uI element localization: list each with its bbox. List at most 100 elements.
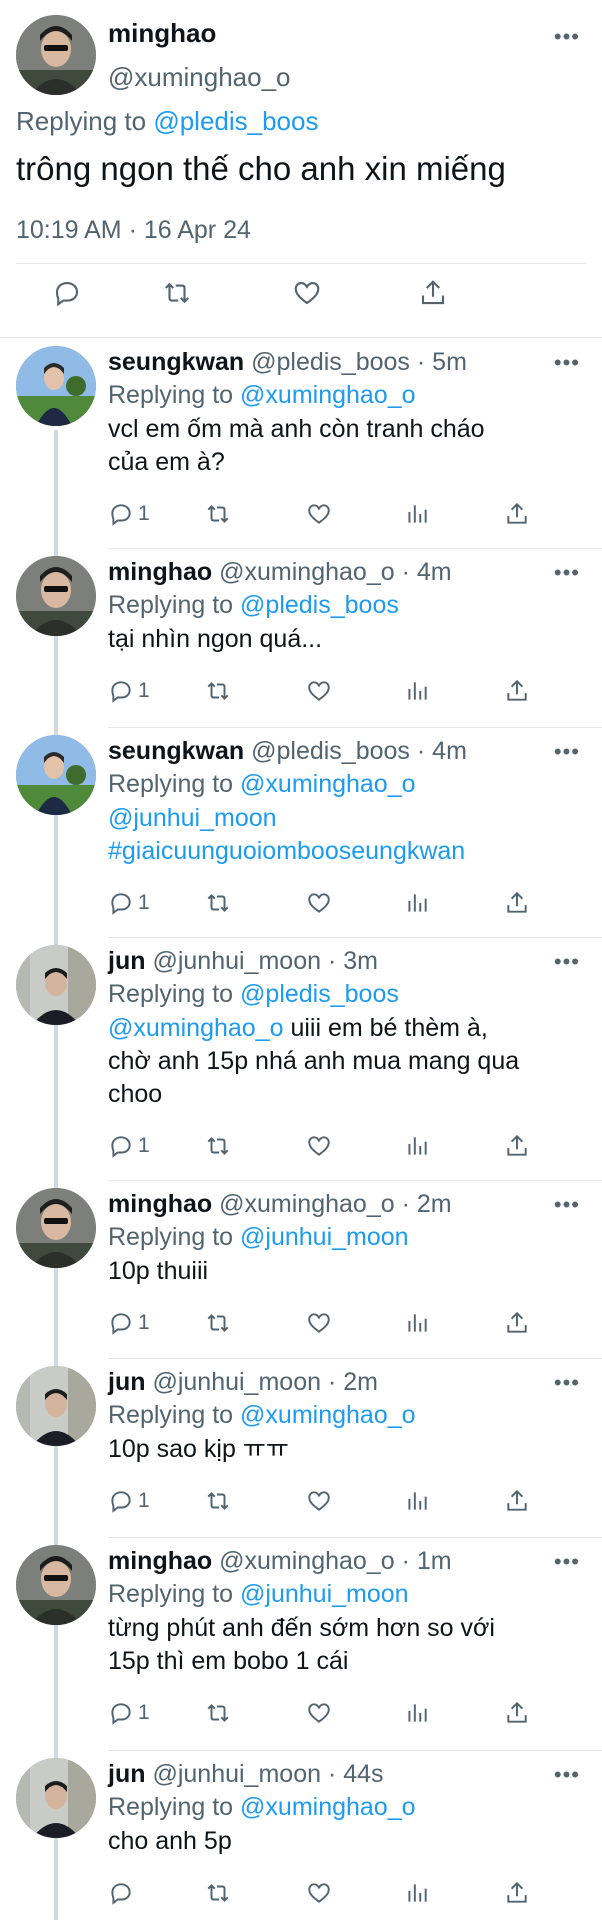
retweet-icon[interactable] [205, 1308, 231, 1338]
replying-to-link[interactable]: @xuminghao_o [240, 1401, 416, 1429]
replying-to-link[interactable]: @xuminghao_o [240, 1793, 416, 1821]
retweet-icon[interactable] [205, 499, 231, 529]
share-icon[interactable] [504, 1131, 530, 1161]
retweet-icon[interactable] [205, 1878, 231, 1908]
author-name[interactable]: jun [108, 1760, 146, 1788]
like-icon[interactable] [306, 676, 332, 706]
reply-icon[interactable] [52, 278, 92, 318]
avatar[interactable] [16, 1545, 96, 1625]
avatar[interactable] [16, 556, 96, 636]
like-icon[interactable] [306, 888, 332, 918]
reply-time[interactable]: · 4m [417, 737, 467, 765]
replying-to-link[interactable]: @junhui_moon [240, 1223, 409, 1251]
replying-to-link[interactable]: @pledis_boos [153, 106, 318, 136]
avatar[interactable] [16, 1366, 96, 1446]
avatar[interactable] [16, 15, 96, 95]
text-line[interactable]: @junhui_moon [108, 802, 578, 835]
stats-icon[interactable] [404, 1878, 430, 1908]
author-name[interactable]: seungkwan [108, 737, 244, 765]
reply-time[interactable]: · 2m [402, 1190, 452, 1218]
reply-tweet[interactable]: seungkwan @pledis_boos · 5m ••• Replying t… [0, 338, 602, 548]
more-options-icon[interactable]: ••• [554, 949, 580, 975]
like-icon[interactable] [306, 1308, 332, 1338]
share-icon[interactable] [418, 278, 458, 318]
reply-tweet[interactable]: seungkwan @pledis_boos · 4m ••• Replying t… [0, 727, 602, 937]
like-icon[interactable] [306, 1486, 332, 1516]
more-options-icon[interactable]: ••• [554, 560, 580, 586]
like-icon[interactable] [292, 278, 332, 318]
more-options-icon[interactable]: ••• [554, 1370, 580, 1396]
more-options-icon[interactable]: ••• [554, 739, 580, 765]
avatar[interactable] [16, 945, 96, 1025]
author-handle[interactable]: @junhui_moon [152, 1368, 321, 1396]
stats-icon[interactable] [404, 888, 430, 918]
stats-icon[interactable] [404, 1308, 430, 1338]
author-name[interactable]: minghao [108, 558, 212, 586]
reply-time[interactable]: · 4m [402, 558, 452, 586]
author-name[interactable]: seungkwan [108, 348, 244, 376]
more-options-icon[interactable]: ••• [554, 24, 580, 50]
avatar[interactable] [16, 346, 96, 426]
reply-icon[interactable]: 1 [108, 499, 150, 529]
more-options-icon[interactable]: ••• [554, 1192, 580, 1218]
text-line[interactable]: #giaicuunguoiombooseungkwan [108, 835, 578, 868]
author-handle[interactable]: @xuminghao_o [219, 1190, 395, 1218]
share-icon[interactable] [504, 1878, 530, 1908]
author-name[interactable]: jun [108, 1368, 146, 1396]
stats-icon[interactable] [404, 499, 430, 529]
reply-time[interactable]: · 44s [328, 1760, 384, 1788]
like-icon[interactable] [306, 1878, 332, 1908]
reply-icon[interactable]: 1 [108, 888, 150, 918]
reply-icon[interactable]: 1 [108, 676, 150, 706]
reply-tweet[interactable]: minghao @xuminghao_o · 4m ••• Replying to … [0, 548, 602, 727]
stats-icon[interactable] [404, 1698, 430, 1728]
reply-tweet[interactable]: jun @junhui_moon · 3m ••• Replying to @ple… [0, 937, 602, 1180]
author-handle[interactable]: @xuminghao_o [219, 1547, 395, 1575]
author-handle[interactable]: @junhui_moon [152, 1760, 321, 1788]
author-name[interactable]: minghao [108, 18, 216, 49]
author-handle[interactable]: @pledis_boos [251, 737, 410, 765]
reply-time[interactable]: · 1m [402, 1547, 452, 1575]
reply-tweet[interactable]: minghao @xuminghao_o · 1m ••• Replying to … [0, 1537, 602, 1750]
share-icon[interactable] [504, 499, 530, 529]
reply-tweet[interactable]: jun @junhui_moon · 44s ••• Replying to @xu… [0, 1750, 602, 1920]
reply-time[interactable]: · 5m [417, 348, 467, 376]
reply-icon[interactable] [108, 1878, 134, 1908]
more-options-icon[interactable]: ••• [554, 1762, 580, 1788]
reply-icon[interactable]: 1 [108, 1486, 150, 1516]
author-name[interactable]: minghao [108, 1190, 212, 1218]
avatar[interactable] [16, 1188, 96, 1268]
retweet-icon[interactable] [205, 888, 231, 918]
author-name[interactable]: jun [108, 947, 146, 975]
share-icon[interactable] [504, 888, 530, 918]
author-handle[interactable]: @pledis_boos [251, 348, 410, 376]
author-handle[interactable]: @junhui_moon [152, 947, 321, 975]
reply-tweet[interactable]: jun @junhui_moon · 2m ••• Replying to @xum… [0, 1358, 602, 1537]
replying-to-link[interactable]: @xuminghao_o [240, 770, 416, 798]
retweet-icon[interactable] [205, 1131, 231, 1161]
reply-time[interactable]: · 2m [328, 1368, 378, 1396]
reply-icon[interactable]: 1 [108, 1698, 150, 1728]
share-icon[interactable] [504, 1308, 530, 1338]
mention-link[interactable]: @xuminghao_o [108, 1014, 284, 1042]
more-options-icon[interactable]: ••• [554, 1549, 580, 1575]
reply-icon[interactable]: 1 [108, 1131, 150, 1161]
author-name[interactable]: minghao [108, 1547, 212, 1575]
like-icon[interactable] [306, 1131, 332, 1161]
author-handle[interactable]: @xuminghao_o [219, 558, 395, 586]
share-icon[interactable] [504, 676, 530, 706]
like-icon[interactable] [306, 499, 332, 529]
retweet-icon[interactable] [205, 1486, 231, 1516]
retweet-icon[interactable] [205, 676, 231, 706]
replying-to-link[interactable]: @pledis_boos [240, 980, 399, 1008]
stats-icon[interactable] [404, 1131, 430, 1161]
stats-icon[interactable] [404, 1486, 430, 1516]
avatar[interactable] [16, 1758, 96, 1838]
author-handle[interactable]: @xuminghao_o [108, 62, 291, 93]
avatar[interactable] [16, 735, 96, 815]
retweet-icon[interactable] [162, 278, 202, 318]
replying-to-link[interactable]: @xuminghao_o [240, 381, 416, 409]
reply-time[interactable]: · 3m [328, 947, 378, 975]
stats-icon[interactable] [404, 676, 430, 706]
share-icon[interactable] [504, 1698, 530, 1728]
